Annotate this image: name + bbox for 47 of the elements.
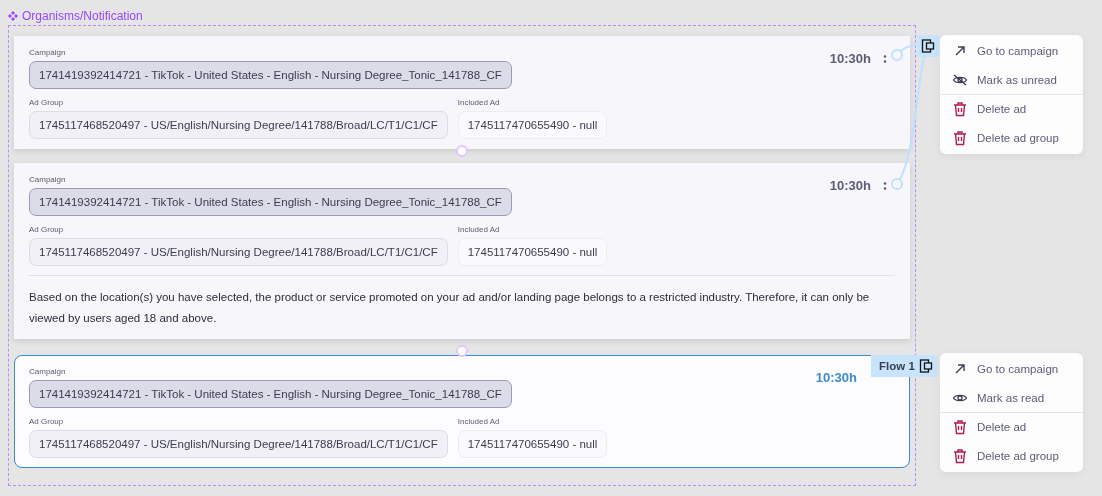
frame-icon	[921, 39, 935, 53]
notification-card[interactable]	[14, 355, 910, 468]
connection-handle[interactable]	[456, 145, 468, 157]
field-label: Ad Group	[29, 98, 65, 107]
field-label: Campaign	[29, 367, 67, 376]
menu-item[interactable]: Delete ad group	[940, 123, 1083, 152]
time-label: 10:30h	[829, 178, 871, 193]
field-label: Campaign	[29, 175, 67, 184]
connection-handle[interactable]	[456, 345, 468, 357]
menu-item[interactable]: Delete ad group	[940, 441, 1083, 470]
more-icon[interactable]	[883, 180, 887, 191]
menu-item[interactable]: Mark as unread	[940, 65, 1083, 94]
notification-card[interactable]	[14, 163, 910, 339]
field-label: Ad Group	[29, 417, 65, 426]
field-label: Ad Group	[29, 225, 65, 234]
campaign-field[interactable]: 1741419392414721 - TikTok - United States - English - Nursing Degree_Tonic_141788_CF	[29, 61, 512, 89]
notification-card[interactable]	[14, 36, 910, 149]
included-ad-field[interactable]: 1745117470655490 - null	[457, 238, 608, 266]
time-label: 10:30h	[815, 370, 857, 385]
trash-icon	[952, 101, 968, 118]
menu-item[interactable]: Delete ad	[940, 413, 1083, 442]
prototype-start-badge[interactable]	[917, 35, 939, 57]
ad-group-field[interactable]: 1745117468520497 - US/English/Nursing Degree/141788/Broad/LC/T1/C1/CF	[29, 238, 448, 266]
included-ad-field[interactable]: 1745117470655490 - null	[457, 430, 608, 458]
field-label: Included Ad	[457, 417, 501, 426]
included-ad-field[interactable]: 1745117470655490 - null	[457, 111, 608, 139]
ad-group-field[interactable]: 1745117468520497 - US/English/Nursing Degree/141788/Broad/LC/T1/C1/CF	[29, 111, 448, 139]
campaign-field[interactable]: 1741419392414721 - TikTok - United States - English - Nursing Degree_Tonic_141788_CF	[29, 188, 512, 216]
flow-tag[interactable]: Flow 1	[871, 355, 937, 377]
field-label: Campaign	[29, 48, 67, 57]
frame-icon	[918, 359, 933, 373]
flow-label: Flow 1	[879, 360, 915, 372]
campaign-field[interactable]: 1741419392414721 - TikTok - United States - English - Nursing Degree_Tonic_141788_CF	[29, 380, 512, 408]
ad-group-field[interactable]: 1745117468520497 - US/English/Nursing Degree/141788/Broad/LC/T1/C1/CF	[29, 430, 448, 458]
field-label: Included Ad	[457, 98, 501, 107]
component-icon	[8, 11, 18, 21]
menu-item[interactable]: Go to campaign	[940, 37, 1083, 66]
menu-item[interactable]: Go to campaign	[940, 355, 1083, 384]
menu-item[interactable]: Delete ad	[940, 95, 1083, 124]
trash-icon	[952, 447, 968, 464]
trash-icon	[952, 129, 968, 146]
trash-icon	[952, 419, 968, 436]
notification-message: Based on the location(s) you have selected, the product or service promoted on your ad and/or landing page belongs to a restricted industry. Therefore, it can only be viewed by users aged 18 and above.	[29, 275, 895, 329]
more-icon[interactable]	[883, 53, 887, 64]
field-label: Included Ad	[457, 225, 501, 234]
menu-item[interactable]: Mark as read	[940, 383, 1083, 412]
time-label: 10:30h	[829, 51, 871, 66]
